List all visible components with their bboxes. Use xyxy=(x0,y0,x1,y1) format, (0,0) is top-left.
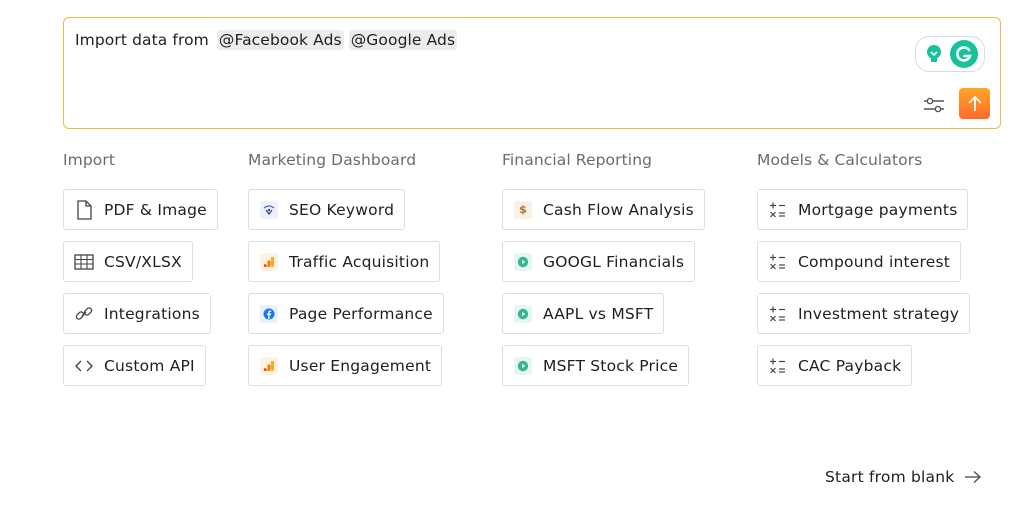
seo-icon xyxy=(259,200,279,220)
item-label: Custom API xyxy=(104,356,195,375)
column-title-import: Import xyxy=(63,151,116,169)
mention-chip-google-ads[interactable]: @Google Ads xyxy=(348,30,458,50)
lightbulb-icon[interactable] xyxy=(922,42,946,66)
grammarly-widget[interactable] xyxy=(915,36,985,72)
item-label: CAC Payback xyxy=(798,356,902,375)
user-engagement-template[interactable]: User Engagement xyxy=(248,345,443,386)
import-integrations-button[interactable]: Integrations xyxy=(63,293,211,334)
item-label: Investment strategy xyxy=(798,304,960,323)
compound-interest-template[interactable]: Compound interest xyxy=(757,241,962,282)
prompt-input[interactable]: Import data from @Facebook Ads @Google A… xyxy=(75,30,462,50)
models-calculators-column: Models & Calculators Mortgage payments C… xyxy=(757,148,971,386)
column-title-financial: Financial Reporting xyxy=(502,151,653,169)
item-label: Integrations xyxy=(104,304,200,323)
link-icon xyxy=(74,304,94,324)
arrow-up-icon xyxy=(967,95,982,111)
item-label: Page Performance xyxy=(289,304,433,323)
play-icon xyxy=(513,252,533,272)
item-label: User Engagement xyxy=(289,356,432,375)
prompt-input-box[interactable]: Import data from @Facebook Ads @Google A… xyxy=(63,17,1001,129)
item-label: Mortgage payments xyxy=(798,200,958,219)
item-label: MSFT Stock Price xyxy=(543,356,679,375)
import-csv-xlsx-button[interactable]: CSV/XLSX xyxy=(63,241,193,282)
import-column: Import PDF & Image CSV/XLSX Integrations… xyxy=(63,148,218,386)
cac-payback-template[interactable]: CAC Payback xyxy=(757,345,913,386)
column-title-marketing: Marketing Dashboard xyxy=(248,151,417,169)
item-label: Traffic Acquisition xyxy=(289,252,430,271)
seo-keyword-template[interactable]: SEO Keyword xyxy=(248,189,406,230)
mortgage-payments-template[interactable]: Mortgage payments xyxy=(757,189,969,230)
traffic-acquisition-template[interactable]: Traffic Acquisition xyxy=(248,241,441,282)
item-label: Compound interest xyxy=(798,252,951,271)
play-icon xyxy=(513,304,533,324)
analytics-icon xyxy=(259,252,279,272)
code-icon xyxy=(74,356,94,376)
marketing-dashboard-column: Marketing Dashboard SEO Keyword Traffic … xyxy=(248,148,444,386)
play-icon xyxy=(513,356,533,376)
table-icon xyxy=(74,252,94,272)
cash-flow-analysis-template[interactable]: $ Cash Flow Analysis xyxy=(502,189,705,230)
analytics-icon xyxy=(259,356,279,376)
column-title-models: Models & Calculators xyxy=(757,151,923,169)
item-label: AAPL vs MSFT xyxy=(543,304,654,323)
item-label: Cash Flow Analysis xyxy=(543,200,694,219)
mention-chip-facebook-ads[interactable]: @Facebook Ads xyxy=(216,30,344,50)
start-from-blank-label: Start from blank xyxy=(825,468,955,486)
arrow-right-icon xyxy=(964,470,982,484)
aapl-vs-msft-template[interactable]: AAPL vs MSFT xyxy=(502,293,665,334)
calculator-icon xyxy=(768,200,788,220)
send-button[interactable] xyxy=(959,88,990,119)
facebook-icon xyxy=(259,304,279,324)
import-custom-api-button[interactable]: Custom API xyxy=(63,345,206,386)
calculator-icon xyxy=(768,304,788,324)
dollar-icon: $ xyxy=(513,200,533,220)
item-label: GOOGL Financials xyxy=(543,252,685,271)
investment-strategy-template[interactable]: Investment strategy xyxy=(757,293,971,334)
page-performance-template[interactable]: Page Performance xyxy=(248,293,444,334)
item-label: PDF & Image xyxy=(104,200,207,219)
item-label: CSV/XLSX xyxy=(104,252,182,271)
document-icon xyxy=(74,199,94,220)
prompt-lead-text: Import data from xyxy=(75,31,209,49)
start-from-blank-link[interactable]: Start from blank xyxy=(825,465,982,489)
googl-financials-template[interactable]: GOOGL Financials xyxy=(502,241,696,282)
calculator-icon xyxy=(768,356,788,376)
grammarly-logo-icon[interactable] xyxy=(950,40,978,68)
calculator-icon xyxy=(768,252,788,272)
msft-stock-price-template[interactable]: MSFT Stock Price xyxy=(502,345,690,386)
financial-reporting-column: Financial Reporting $ Cash Flow Analysis… xyxy=(502,148,705,386)
import-pdf-image-button[interactable]: PDF & Image xyxy=(63,189,218,230)
item-label: SEO Keyword xyxy=(289,200,395,219)
settings-sliders-icon[interactable] xyxy=(922,93,946,117)
